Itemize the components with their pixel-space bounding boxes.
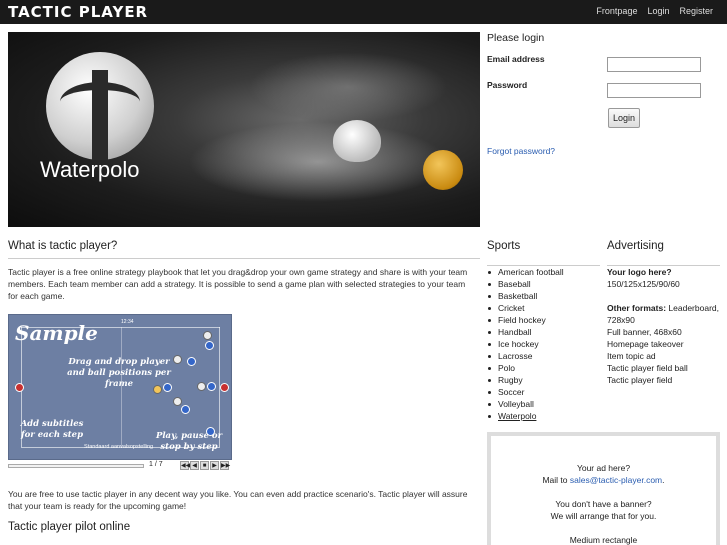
nav-frontpage[interactable]: Frontpage [596,6,637,16]
sport-item[interactable]: Polo [487,362,564,374]
waterpolo-logo-icon [46,52,154,160]
player-marker [220,383,229,392]
pilot-title: Tactic player pilot online [8,521,131,533]
player-marker [206,427,215,436]
about-intro: Tactic player is a free online strategy … [8,267,468,301]
sport-item[interactable]: Lacrosse [487,350,564,362]
login-heading: Please login [487,32,545,44]
player-marker [197,382,206,391]
divider [8,258,480,259]
sport-item[interactable]: Handball [487,326,564,338]
advertising-info: Your logo here? 150/125x125/90/60 Other … [607,266,725,386]
about-title: What is tactic player? [8,240,118,252]
ad-line: We will arrange that for you. [550,511,657,521]
top-bar: TACTIC PLAYER Frontpage Login Register [0,0,727,24]
sport-item[interactable]: Ice hockey [487,338,564,350]
ad-box: Your ad here? Mail to sales@tactic-playe… [487,432,720,545]
hero-banner: Waterpolo [8,32,480,227]
ball-marker [153,385,162,394]
sample-score: 12:34 [121,319,134,325]
logo-heading: Your logo here? [607,267,672,277]
login-button[interactable]: Login [608,108,640,128]
password-label: Password [487,80,528,90]
player-marker [203,331,212,340]
ad-line: Your ad here? [576,463,631,473]
about-usage: You are free to use tactic player in any… [8,489,468,511]
format-item: Homepage takeover [607,339,684,349]
sport-item[interactable]: Cricket [487,302,564,314]
player-marker [187,357,196,366]
sample-player-controls: 1 / 7 ◀◀ ◀ ■ ▶ ▶▶ [8,460,232,472]
sample-title: Sample [15,321,98,345]
sport-item[interactable]: Volleyball [487,398,564,410]
top-nav: Frontpage Login Register [596,6,713,16]
nav-register[interactable]: Register [679,6,713,16]
waterpolo-ball [423,150,463,190]
sport-item-waterpolo[interactable]: Waterpolo [487,410,564,422]
forgot-password-link[interactable]: Forgot password? [487,146,555,156]
sample-screenshot[interactable]: 12:34 Sample Drag and drop player and ba… [8,314,232,460]
stop-icon[interactable]: ■ [200,461,209,470]
sport-item[interactable]: American football [487,266,564,278]
site-logo[interactable]: TACTIC PLAYER [8,3,148,21]
format-item: Full banner, 468x60 [607,327,682,337]
player-marker [181,405,190,414]
password-field[interactable] [607,83,701,98]
player-marker [207,382,216,391]
email-label: Email address [487,54,545,64]
format-item: Tactic player field ball [607,363,688,373]
sport-item[interactable]: Basketball [487,290,564,302]
sport-item[interactable]: Baseball [487,278,564,290]
ad-line: Medium rectangle [569,535,638,545]
logo-sizes: 150/125x125/90/60 [607,279,680,289]
sales-email-link[interactable]: sales@tactic-player.com [570,475,662,485]
sports-list: American football Baseball Basketball Cr… [487,266,564,422]
login-panel: Please login Email address Password Logi… [487,32,719,156]
sports-title: Sports [487,240,521,252]
hero-title: Waterpolo [40,157,140,182]
format-item: Tactic player field [607,375,673,385]
format-item: Item topic ad [607,351,656,361]
hero-splash [248,52,448,122]
sample-subtitles-text: Add subtitles for each step [20,419,84,440]
advertising-title: Advertising [607,240,664,252]
nav-login[interactable]: Login [647,6,669,16]
swimmer-cap [333,120,381,162]
sport-item[interactable]: Rugby [487,374,564,386]
sample-play-text: Play, pause or stop by step [155,431,223,452]
email-field[interactable] [607,57,701,72]
prev-icon[interactable]: ◀ [190,461,199,470]
progress-track[interactable] [8,464,144,468]
player-marker [15,383,24,392]
other-formats-heading: Other formats: [607,303,667,313]
sport-item[interactable]: Field hockey [487,314,564,326]
hero-splash [188,122,448,202]
player-marker [163,383,172,392]
play-icon[interactable]: ▶ [210,461,219,470]
ad-line: You don't have a banner? [555,499,652,509]
rewind-icon[interactable]: ◀◀ [180,461,190,470]
sport-item[interactable]: Soccer [487,386,564,398]
ad-mail-prefix: Mail to [542,475,568,485]
ad-mail-suffix: . [662,475,665,485]
next-icon[interactable]: ▶▶ [220,461,230,470]
frame-counter: 1 / 7 [149,461,163,468]
sample-caption: Standaard aanvalsopstelling [84,444,154,450]
player-marker [205,341,214,350]
player-marker [173,355,182,364]
player-marker [173,397,182,406]
